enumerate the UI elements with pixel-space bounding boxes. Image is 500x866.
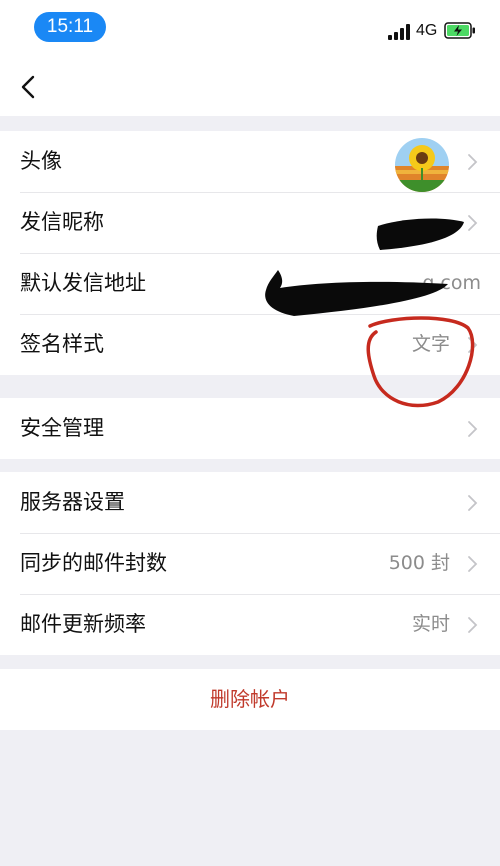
server-settings-row[interactable]: 服务器设置 bbox=[0, 472, 500, 533]
default-sender-address-value: q.com bbox=[422, 272, 481, 294]
avatar bbox=[395, 138, 449, 192]
chevron-right-icon bbox=[468, 556, 478, 572]
avatar-row[interactable]: 头像 bbox=[0, 131, 500, 192]
chevron-right-icon bbox=[468, 154, 478, 170]
chevron-right-icon bbox=[468, 215, 478, 231]
chevron-left-icon[interactable] bbox=[14, 70, 44, 104]
avatar-label: 头像 bbox=[20, 149, 62, 173]
chevron-right-icon bbox=[468, 337, 478, 353]
sync-mail-count-row[interactable]: 同步的邮件封数 500 封 bbox=[0, 533, 500, 594]
delete-account-group: 删除帐户 bbox=[0, 669, 500, 730]
account-settings-group: 头像 发信昵称 默认发信地址 q.com 签名样式 文字 bbox=[0, 131, 500, 375]
default-sender-address-row[interactable]: 默认发信地址 q.com bbox=[0, 253, 500, 314]
sender-nickname-row[interactable]: 发信昵称 bbox=[0, 192, 500, 253]
chevron-right-icon bbox=[468, 421, 478, 437]
signature-style-label: 签名样式 bbox=[20, 332, 104, 356]
signature-style-value: 文字 bbox=[411, 333, 450, 355]
status-time: 15:11 bbox=[34, 12, 106, 42]
server-settings-label: 服务器设置 bbox=[20, 490, 125, 514]
nav-bar bbox=[0, 56, 500, 116]
status-bar: 15:11 4G bbox=[0, 0, 500, 56]
battery-charging-icon bbox=[444, 22, 475, 39]
signature-style-row[interactable]: 签名样式 文字 bbox=[0, 314, 500, 375]
mail-update-frequency-row[interactable]: 邮件更新频率 实时 bbox=[0, 594, 500, 655]
mail-update-frequency-label: 邮件更新频率 bbox=[20, 612, 146, 636]
security-group: 安全管理 bbox=[0, 398, 500, 459]
security-management-row[interactable]: 安全管理 bbox=[0, 398, 500, 459]
network-type: 4G bbox=[416, 22, 438, 39]
chevron-right-icon bbox=[468, 617, 478, 633]
sender-nickname-label: 发信昵称 bbox=[20, 210, 104, 234]
mail-update-frequency-value: 实时 bbox=[411, 613, 450, 635]
default-sender-address-label: 默认发信地址 bbox=[20, 271, 146, 295]
security-management-label: 安全管理 bbox=[20, 416, 104, 440]
sync-mail-count-value: 500 封 bbox=[388, 552, 450, 574]
server-settings-group: 服务器设置 同步的邮件封数 500 封 邮件更新频率 实时 bbox=[0, 472, 500, 655]
delete-account-button[interactable]: 删除帐户 bbox=[0, 669, 500, 730]
chevron-right-icon bbox=[468, 495, 478, 511]
sync-mail-count-label: 同步的邮件封数 bbox=[20, 551, 167, 575]
signal-icon bbox=[388, 24, 412, 40]
